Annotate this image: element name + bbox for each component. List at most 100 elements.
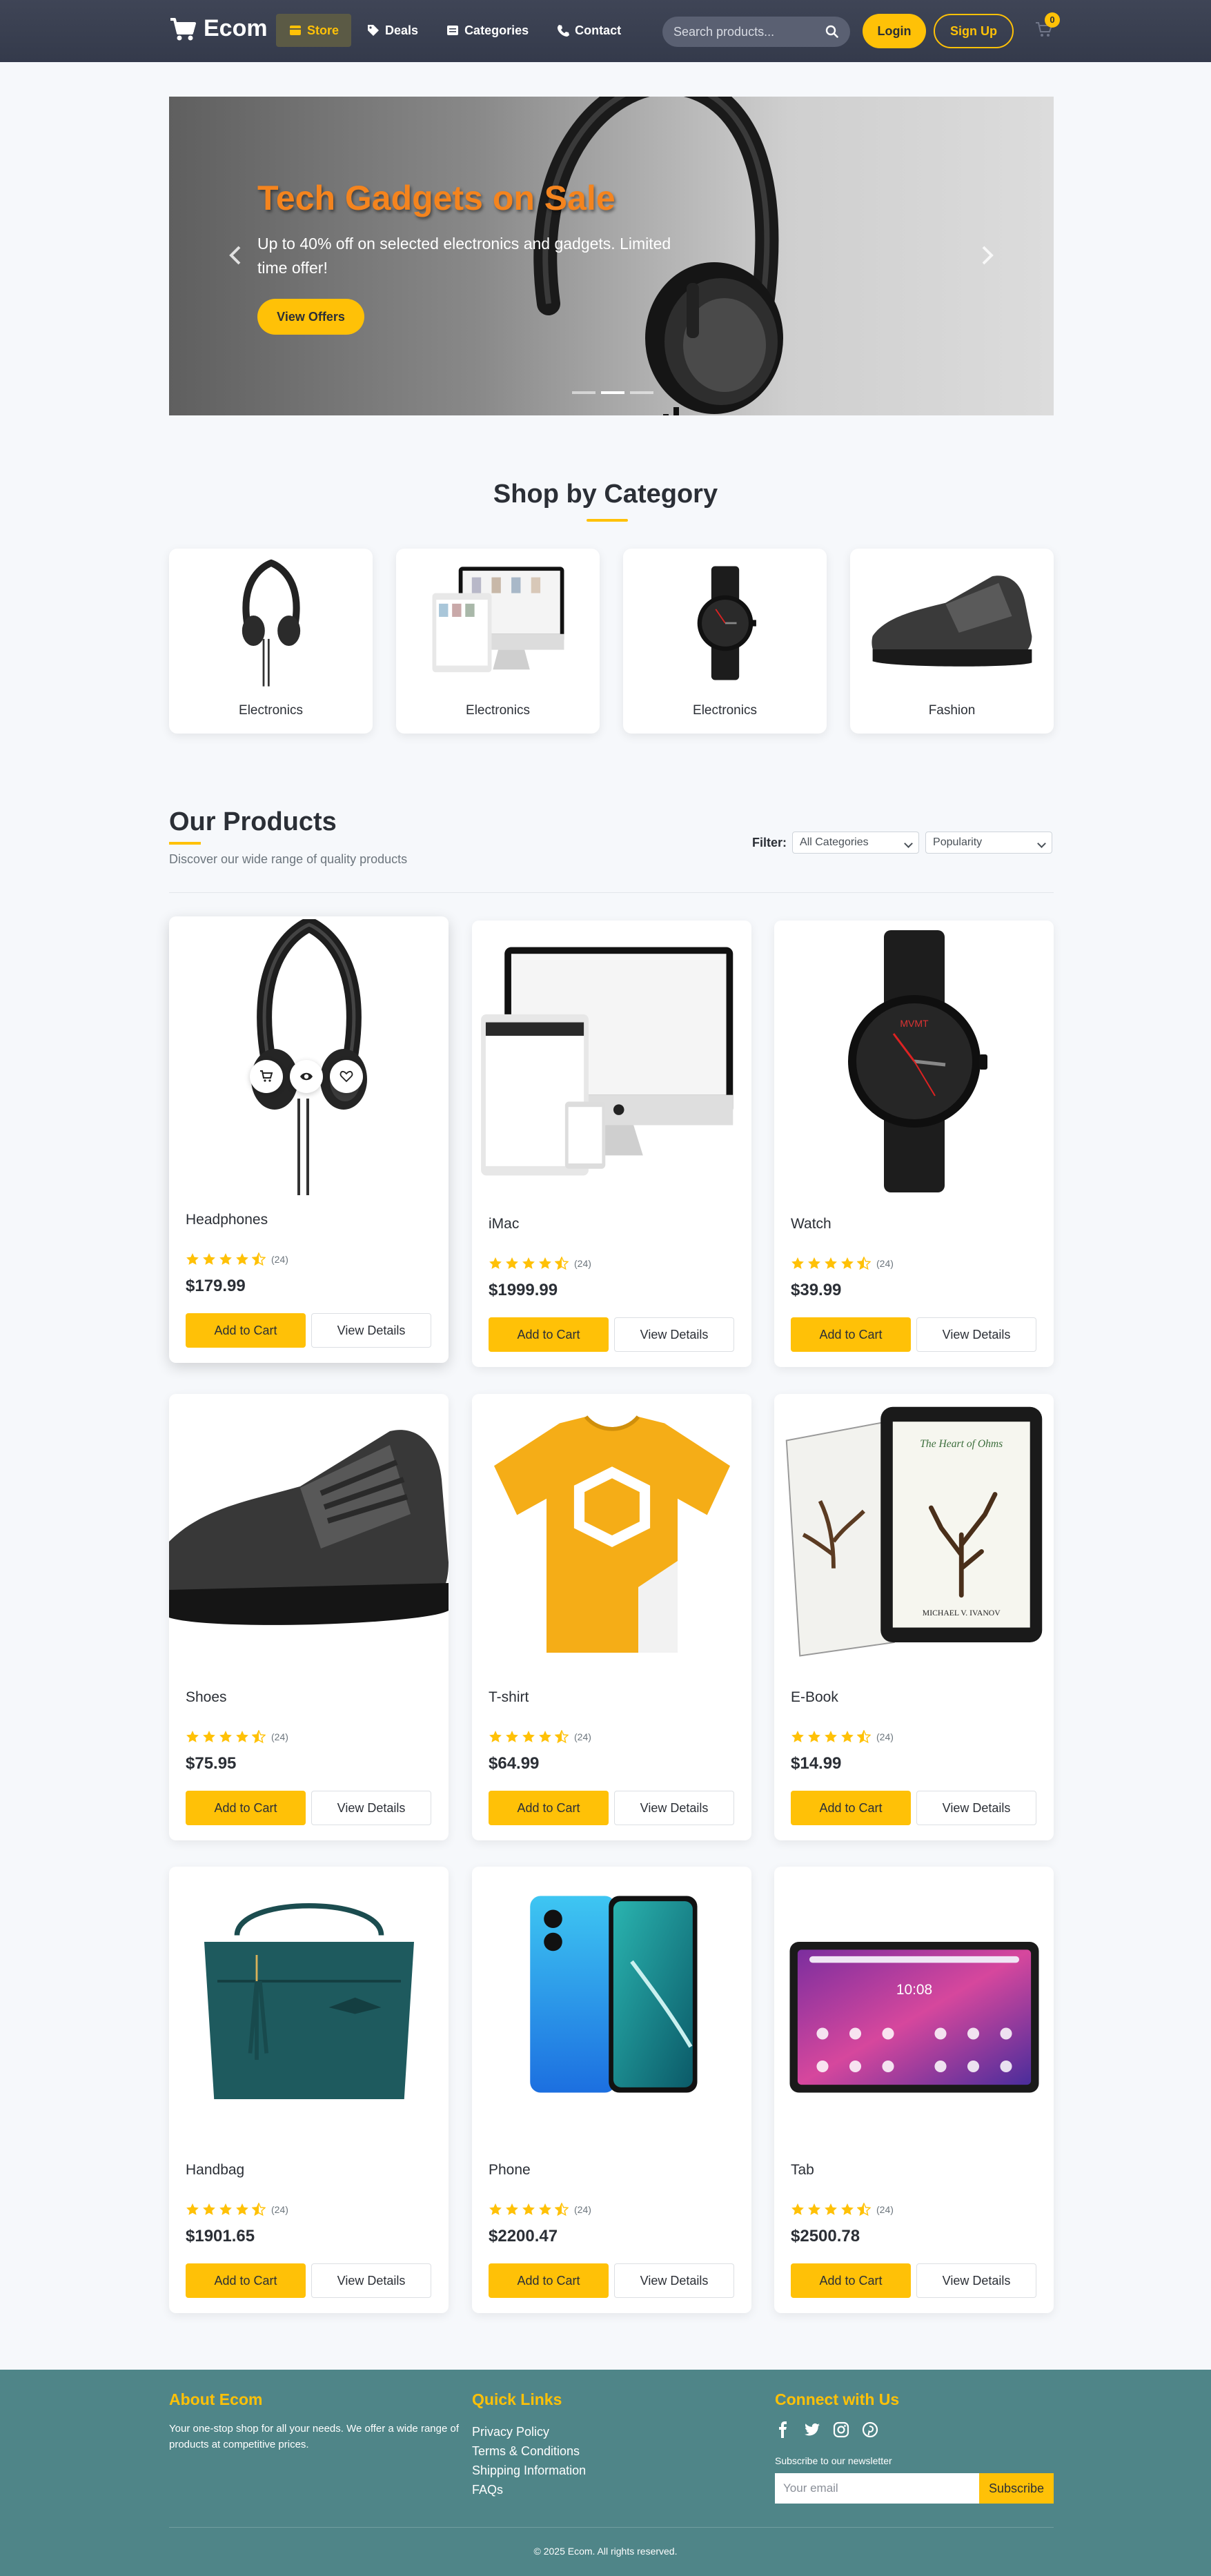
product-card[interactable]: MVMT Watch (24) $39.99 Add to Cart View … xyxy=(774,921,1054,1367)
star-icon xyxy=(489,1257,502,1269)
add-to-cart-button[interactable]: Add to Cart xyxy=(791,1317,911,1352)
cart-button[interactable]: 0 xyxy=(1035,12,1060,41)
star-half-icon xyxy=(555,1257,569,1270)
category-card[interactable]: Fashion xyxy=(850,549,1054,734)
product-image-ebook: The Heart of Ohms MICHAEL V. IVANOV xyxy=(774,1394,1054,1675)
product-image-watch: MVMT xyxy=(774,921,1054,1202)
view-details-button[interactable]: View Details xyxy=(916,2263,1036,2298)
star-icon xyxy=(522,1257,535,1269)
pinterest-icon[interactable] xyxy=(862,2421,878,2439)
section-divider xyxy=(169,892,1054,893)
product-image-imac xyxy=(472,921,751,1202)
footer-link-privacy[interactable]: Privacy Policy xyxy=(472,2422,586,2441)
view-details-button[interactable]: View Details xyxy=(614,1317,734,1352)
carousel-indicator-1[interactable] xyxy=(572,391,595,394)
product-card[interactable]: iMac (24) $1999.99 Add to Cart View Deta… xyxy=(472,921,751,1367)
main-nav: Store Deals Categories Contact xyxy=(276,14,636,47)
footer-link-faqs[interactable]: FAQs xyxy=(472,2480,586,2499)
star-icon xyxy=(808,1257,820,1269)
category-label: Fashion xyxy=(928,703,976,718)
nav-store[interactable]: Store xyxy=(276,14,352,47)
sort-select[interactable]: Popularity xyxy=(925,832,1053,854)
instagram-icon[interactable] xyxy=(833,2421,849,2439)
product-card[interactable]: Phone (24) $2200.47 Add to Cart View Det… xyxy=(472,1867,751,2313)
newsletter-email-input[interactable] xyxy=(775,2473,979,2504)
product-rating: (24) xyxy=(791,2203,894,2216)
product-image-tshirt xyxy=(472,1394,751,1675)
view-details-button[interactable]: View Details xyxy=(614,1791,734,1825)
nav-categories-label: Categories xyxy=(464,23,529,37)
carousel-next-icon[interactable] xyxy=(976,242,997,269)
nav-contact-label: Contact xyxy=(575,23,622,37)
star-icon xyxy=(791,1257,804,1269)
add-to-cart-button[interactable]: Add to Cart xyxy=(791,2263,911,2298)
view-details-button[interactable]: View Details xyxy=(311,2263,431,2298)
quick-add-cart-button[interactable] xyxy=(250,1060,283,1093)
category-card[interactable]: Electronics xyxy=(396,549,600,734)
view-details-button[interactable]: View Details xyxy=(614,2263,734,2298)
star-icon xyxy=(841,1257,854,1269)
category-label: Electronics xyxy=(239,703,303,718)
view-offers-button[interactable]: View Offers xyxy=(257,299,364,335)
view-details-button[interactable]: View Details xyxy=(916,1317,1036,1352)
quick-view-button[interactable] xyxy=(290,1060,323,1093)
add-to-cart-button[interactable]: Add to Cart xyxy=(186,1313,306,1348)
brand-name: Ecom xyxy=(204,15,268,41)
product-card[interactable]: The Heart of Ohms MICHAEL V. IVANOV E-Boo… xyxy=(774,1394,1054,1840)
add-to-cart-button[interactable]: Add to Cart xyxy=(186,1791,306,1825)
star-icon xyxy=(506,1731,518,1742)
login-button[interactable]: Login xyxy=(863,14,926,48)
watch-brand-text: MVMT xyxy=(900,1018,929,1029)
signup-button[interactable]: Sign Up xyxy=(934,14,1014,48)
product-rating: (24) xyxy=(489,1730,591,1744)
product-price: $1901.65 xyxy=(186,2227,255,2245)
product-card[interactable]: T-shirt (24) $64.99 Add to Cart View Det… xyxy=(472,1394,751,1840)
category-select[interactable]: All Categories xyxy=(792,832,920,854)
product-rating: (24) xyxy=(791,1257,894,1270)
facebook-icon[interactable] xyxy=(775,2421,791,2439)
categories-title-underline xyxy=(587,519,628,522)
rating-count: (24) xyxy=(876,1258,894,1269)
footer-links: Privacy Policy Terms & Conditions Shippi… xyxy=(472,2422,586,2499)
brand-logo[interactable]: Ecom xyxy=(169,15,268,42)
search-input[interactable] xyxy=(673,24,818,39)
search-icon[interactable] xyxy=(825,25,839,39)
carousel-indicator-2[interactable] xyxy=(601,391,624,394)
nav-categories[interactable]: Categories xyxy=(433,14,541,47)
product-card[interactable]: Headphones (24) $179.99 Add to Cart View… xyxy=(169,916,449,1363)
filter-bar: Filter: All Categories Popularity xyxy=(752,832,1059,854)
carousel-prev-icon[interactable] xyxy=(226,242,246,269)
view-details-button[interactable]: View Details xyxy=(311,1313,431,1348)
category-label: Electronics xyxy=(466,703,530,718)
carousel-indicator-3[interactable] xyxy=(630,391,653,394)
product-image-handbag xyxy=(169,1867,449,2148)
add-to-cart-button[interactable]: Add to Cart xyxy=(186,2263,306,2298)
add-to-cart-button[interactable]: Add to Cart xyxy=(791,1791,911,1825)
footer-link-shipping[interactable]: Shipping Information xyxy=(472,2461,586,2480)
category-card[interactable]: Electronics xyxy=(623,549,827,734)
star-half-icon xyxy=(555,1730,569,1744)
cart-logo-icon xyxy=(170,17,196,40)
star-half-icon xyxy=(857,1257,871,1270)
footer-link-terms[interactable]: Terms & Conditions xyxy=(472,2441,586,2461)
add-to-cart-button[interactable]: Add to Cart xyxy=(489,1791,609,1825)
footer-divider xyxy=(169,2527,1054,2528)
footer-links-title: Quick Links xyxy=(472,2390,562,2408)
view-details-button[interactable]: View Details xyxy=(311,1791,431,1825)
nav-contact[interactable]: Contact xyxy=(544,14,633,47)
star-icon xyxy=(808,1731,820,1742)
category-image-watch xyxy=(623,549,827,697)
nav-deals[interactable]: Deals xyxy=(354,14,431,47)
add-to-cart-button[interactable]: Add to Cart xyxy=(489,2263,609,2298)
twitter-icon[interactable] xyxy=(804,2421,820,2439)
add-to-cart-button[interactable]: Add to Cart xyxy=(489,1317,609,1352)
product-price: $2500.78 xyxy=(791,2227,860,2245)
category-card[interactable]: Electronics xyxy=(169,549,373,734)
product-card[interactable]: 10:08 Tab (24) $2500.78 Add to Cart View… xyxy=(774,1867,1054,2313)
view-details-button[interactable]: View Details xyxy=(916,1791,1036,1825)
subscribe-button[interactable]: Subscribe xyxy=(979,2473,1054,2504)
product-card[interactable]: Shoes (24) $75.95 Add to Cart View Detai… xyxy=(169,1394,449,1840)
product-card[interactable]: Handbag (24) $1901.65 Add to Cart View D… xyxy=(169,1867,449,2313)
wishlist-button[interactable] xyxy=(330,1060,363,1093)
product-image-phone xyxy=(472,1867,751,2148)
